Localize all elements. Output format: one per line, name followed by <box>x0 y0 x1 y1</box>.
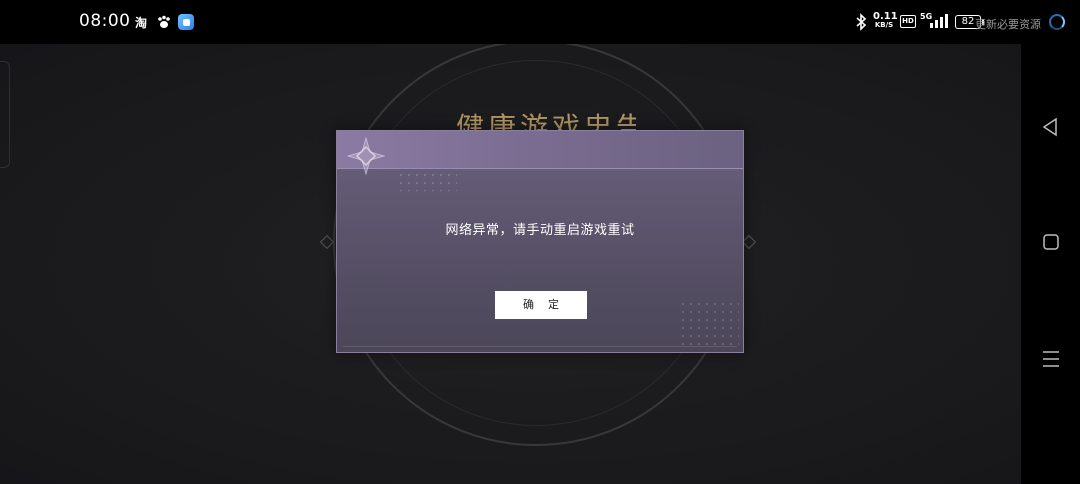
star-emblem-icon <box>346 136 386 176</box>
home-square-icon[interactable] <box>1040 231 1062 253</box>
back-triangle-icon[interactable] <box>1040 116 1062 138</box>
dialog-bottom-divider <box>343 346 737 347</box>
status-bar: 08:00 淘 0.11 KB/S HD 5G 82 更新必要资源 <box>0 0 1080 44</box>
dialog-header-bar <box>337 131 743 169</box>
network-type: 5G <box>920 12 933 21</box>
resource-update-notice: 更新必要资源 <box>975 18 1041 31</box>
dialog-dot-pattern-top <box>397 171 457 191</box>
network-error-dialog: 网络异常，请手动重启游戏重试 确定 <box>336 130 744 353</box>
signal-5g-icon: 5G <box>920 12 948 30</box>
system-nav-bar <box>1021 44 1080 484</box>
network-speed-value: 0.11 <box>873 11 898 22</box>
network-speed-unit: KB/S <box>874 21 894 29</box>
bluetooth-icon <box>854 13 868 31</box>
blue-square-app-icon <box>178 14 194 30</box>
confirm-button[interactable]: 确定 <box>495 291 587 319</box>
game-viewport: 健康游戏忠告 网络异常，请手动重启游戏重试 确定 <box>0 44 1021 484</box>
hd-badge: HD <box>900 15 916 28</box>
status-time: 08:00 <box>79 11 131 31</box>
dialog-message: 网络异常，请手动重启游戏重试 <box>445 223 635 238</box>
screen: 08:00 淘 0.11 KB/S HD 5G 82 更新必要资源 健康游戏忠告… <box>0 0 1080 484</box>
menu-lines-icon[interactable] <box>1040 348 1062 370</box>
loading-spinner-icon <box>1049 14 1065 30</box>
taobao-icon: 淘 <box>134 15 147 30</box>
paw-icon <box>156 14 172 30</box>
dialog-dot-pattern-bottom <box>679 300 739 348</box>
